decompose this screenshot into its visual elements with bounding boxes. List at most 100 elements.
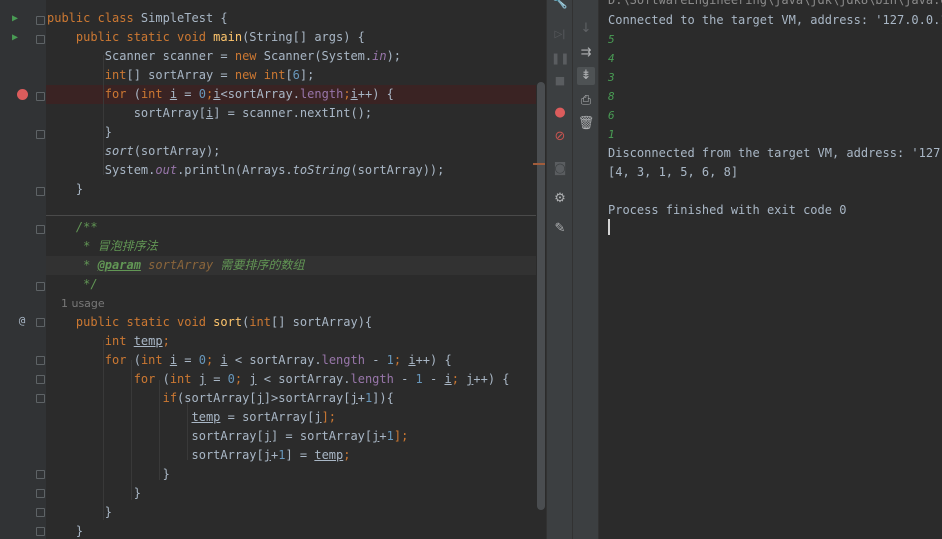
run-class-icon[interactable]: ▶ bbox=[9, 12, 21, 26]
camera-icon[interactable]: ◙ bbox=[551, 160, 569, 178]
fold-icon[interactable] bbox=[36, 16, 45, 25]
code-line[interactable]: for (int i = 0; i < sortArray.length - 1… bbox=[47, 351, 452, 370]
code-line[interactable]: * 冒泡排序法 bbox=[47, 237, 157, 256]
run-console[interactable]: D:\SoftwareEngineering\java\jdk\jdk8\bin… bbox=[598, 0, 942, 539]
trash-icon[interactable]: 🗑 bbox=[577, 115, 595, 133]
code-line[interactable]: } bbox=[47, 522, 83, 539]
code-line[interactable]: } bbox=[47, 503, 112, 522]
code-token: public static void bbox=[47, 30, 214, 44]
fold-icon[interactable] bbox=[36, 318, 45, 327]
fold-icon[interactable] bbox=[36, 489, 45, 498]
breakpoint-icon[interactable] bbox=[17, 89, 28, 100]
code-token: ] = sortArray[ bbox=[270, 429, 373, 443]
at-icon[interactable]: @ bbox=[16, 314, 28, 328]
editor-scrollbar[interactable] bbox=[537, 82, 545, 510]
code-token: toString bbox=[292, 163, 351, 177]
run-main-icon[interactable]: ▶ bbox=[9, 31, 21, 45]
code-token: int bbox=[140, 87, 170, 101]
code-token: ]>sortArray[ bbox=[263, 391, 351, 405]
code-token: in bbox=[372, 49, 387, 63]
fold-icon[interactable] bbox=[36, 35, 45, 44]
console-input-line: 3 bbox=[608, 71, 615, 84]
code-token: int bbox=[47, 68, 127, 82]
fold-icon[interactable] bbox=[36, 187, 45, 196]
pin-icon[interactable]: ✎ bbox=[551, 220, 569, 238]
fold-icon[interactable] bbox=[36, 470, 45, 479]
code-line[interactable]: public class SimpleTest { bbox=[47, 9, 228, 28]
fold-icon[interactable] bbox=[36, 394, 45, 403]
scroll-to-end-icon[interactable]: ⇟ bbox=[577, 67, 595, 85]
code-token: (sortArray)); bbox=[350, 163, 445, 177]
fold-icon[interactable] bbox=[36, 92, 45, 101]
code-line[interactable]: } bbox=[47, 180, 83, 199]
code-line[interactable]: /** bbox=[47, 218, 98, 237]
code-token: 1 usage bbox=[47, 297, 105, 310]
code-line[interactable]: * @param sortArray 需要排序的数组 bbox=[47, 256, 304, 275]
code-line[interactable]: public static void sort(int[] sortArray)… bbox=[47, 313, 372, 332]
code-line[interactable]: sortArray[j] = sortArray[j+1]; bbox=[47, 427, 408, 446]
code-editor[interactable]: ▶ ▶ @ public class SimpleTest { public s… bbox=[0, 0, 546, 539]
code-token: sortArray[ bbox=[47, 106, 206, 120]
code-token: = bbox=[177, 353, 199, 367]
stop-icon[interactable]: ■ bbox=[551, 72, 569, 90]
code-token: ]; bbox=[299, 68, 315, 82]
fold-icon[interactable] bbox=[36, 375, 45, 384]
code-line[interactable]: } bbox=[47, 484, 141, 503]
code-line[interactable]: sort(sortArray); bbox=[47, 142, 221, 161]
code-line[interactable]: for (int j = 0; j < sortArray.length - 1… bbox=[47, 370, 510, 389]
code-line[interactable]: sortArray[i] = scanner.nextInt(); bbox=[47, 104, 372, 123]
code-token: ]){ bbox=[372, 391, 394, 405]
fold-icon[interactable] bbox=[36, 356, 45, 365]
code-token: sort bbox=[213, 315, 243, 329]
code-line[interactable]: int[] sortArray = new int[6]; bbox=[47, 66, 315, 85]
code-token: } bbox=[47, 486, 141, 500]
fold-icon[interactable] bbox=[36, 130, 45, 139]
code-token: ( bbox=[133, 87, 141, 101]
resume-icon[interactable]: ▷| bbox=[551, 26, 569, 44]
fold-icon[interactable] bbox=[36, 225, 45, 234]
code-line[interactable]: sortArray[j+1] = temp; bbox=[47, 446, 350, 465]
print-icon[interactable]: ⎙ bbox=[577, 92, 595, 110]
code-line[interactable]: Scanner scanner = new Scanner(System.in)… bbox=[47, 47, 401, 66]
code-token: 需要排序的数组 bbox=[213, 258, 305, 272]
code-line[interactable]: int temp; bbox=[47, 332, 170, 351]
fold-icon[interactable] bbox=[36, 282, 45, 291]
code-line[interactable]: for (int i = 0;i<sortArray.length;i++) { bbox=[47, 85, 394, 104]
console-disconnected-line: Disconnected from the target VM, address… bbox=[608, 146, 942, 160]
arrow-down-icon[interactable]: ↓ bbox=[577, 20, 595, 38]
code-token: j bbox=[314, 410, 322, 424]
fold-icon[interactable] bbox=[36, 508, 45, 517]
code-token: - bbox=[393, 372, 416, 386]
fold-icon[interactable] bbox=[36, 527, 45, 536]
code-line[interactable]: temp = sortArray[j]; bbox=[47, 408, 337, 427]
mute-breakpoints-icon[interactable]: ⊘ bbox=[551, 128, 569, 146]
code-line[interactable]: */ bbox=[47, 275, 97, 294]
code-line[interactable]: if(sortArray[j]>sortArray[j+1]){ bbox=[47, 389, 394, 408]
code-token: = sortArray[ bbox=[220, 410, 315, 424]
soft-wrap-icon[interactable]: ⇉ bbox=[577, 44, 595, 62]
code-lines[interactable]: public class SimpleTest { public static … bbox=[47, 0, 537, 539]
pause-icon[interactable]: ❚❚ bbox=[551, 50, 569, 68]
code-line[interactable]: public static void main(String[] args) { bbox=[47, 28, 365, 47]
code-token: 1 bbox=[386, 353, 394, 367]
settings-icon[interactable]: ⚙ bbox=[551, 190, 569, 208]
code-token: .println(Arrays. bbox=[177, 163, 293, 177]
view-breakpoints-icon[interactable]: ● bbox=[551, 104, 569, 122]
code-line[interactable]: } bbox=[47, 123, 112, 142]
wrench-icon[interactable]: 🔧 bbox=[551, 0, 569, 12]
editor-gutter[interactable] bbox=[0, 0, 46, 539]
code-token: ] = scanner.nextInt(); bbox=[213, 106, 373, 120]
code-line[interactable]: } bbox=[47, 465, 170, 484]
code-token: int bbox=[47, 334, 134, 348]
code-token: ); bbox=[386, 49, 402, 63]
console-input-line: 4 bbox=[608, 52, 615, 65]
code-token: <sortArray. bbox=[220, 87, 300, 101]
code-token: 0 bbox=[198, 87, 206, 101]
code-token: for bbox=[47, 353, 134, 367]
code-line[interactable]: 1 usage bbox=[47, 294, 105, 313]
code-token: System. bbox=[47, 163, 156, 177]
code-token: (sortArray); bbox=[133, 144, 221, 158]
code-line[interactable]: System.out.println(Arrays.toString(sortA… bbox=[47, 161, 445, 180]
